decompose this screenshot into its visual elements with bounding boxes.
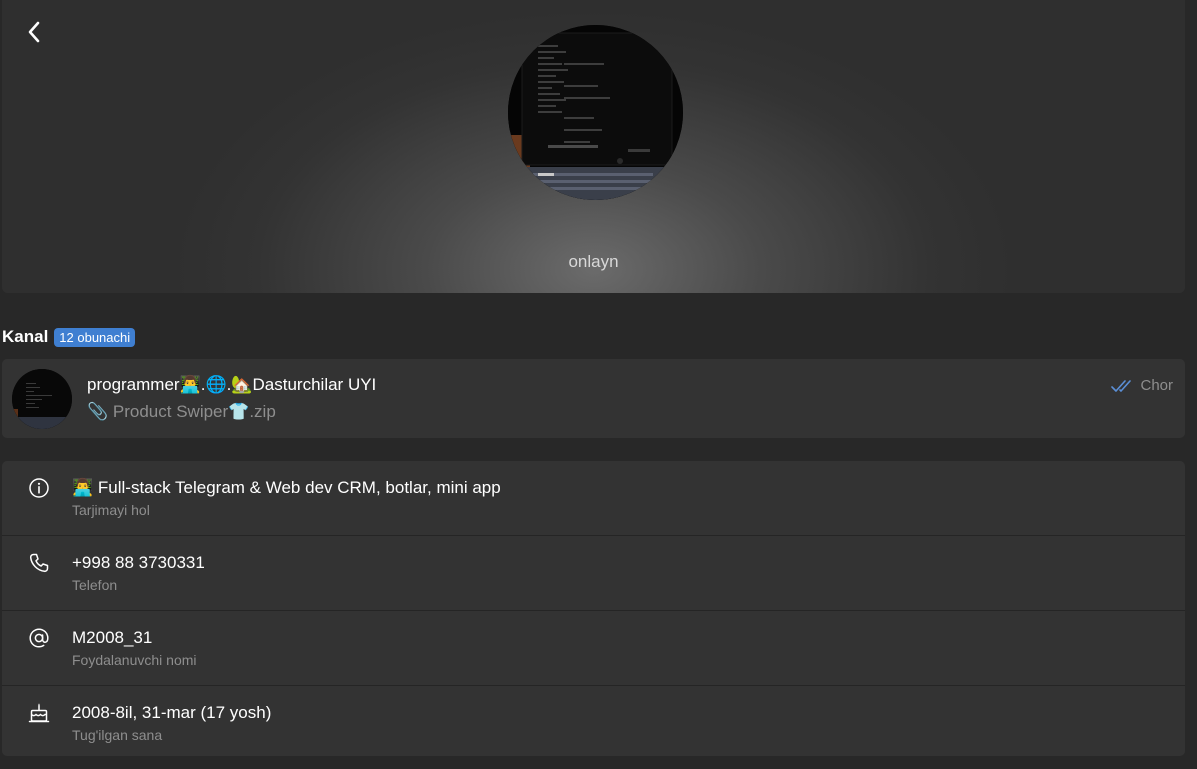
phone-value: +998 88 3730331 <box>72 553 205 572</box>
username-value: M2008_31 <box>72 628 153 647</box>
birthday-value: 2008-8il, 31-mar (17 yosh) <box>72 703 272 722</box>
at-sign-icon <box>29 628 49 648</box>
channel-name: programmer👨‍💻.🌐.🏡Dasturchilar UYI <box>87 375 377 394</box>
cake-icon <box>28 703 50 723</box>
avatar-photo <box>508 25 683 200</box>
bio-value: 👨‍💻 Full-stack Telegram & Web dev CRM, b… <box>72 478 501 497</box>
online-status: onlayn <box>568 252 619 271</box>
channel-message-meta: Chor <box>1111 377 1173 394</box>
profile-info-list: 👨‍💻 Full-stack Telegram & Web dev CRM, b… <box>2 461 1185 756</box>
channel-avatar <box>12 369 72 429</box>
back-button[interactable] <box>20 18 48 46</box>
double-check-icon <box>1111 379 1132 392</box>
chevron-left-icon <box>28 21 40 43</box>
subscribers-badge: 12 obunachi <box>54 327 136 347</box>
info-row-phone[interactable]: +998 88 3730331 Telefon <box>2 536 1185 611</box>
phone-label: Telefon <box>72 577 118 593</box>
info-row-username[interactable]: M2008_31 Foydalanuvchi nomi <box>2 611 1185 686</box>
info-row-birthday[interactable]: 2008-8il, 31-mar (17 yosh) Tug'ilgan san… <box>2 686 1185 756</box>
info-icon <box>29 478 49 498</box>
phone-icon <box>29 553 49 573</box>
birthday-label: Tug'ilgan sana <box>72 727 163 743</box>
channel-avatar-photo <box>12 369 72 429</box>
bio-label: Tarjimayi hol <box>72 502 150 518</box>
channel-section-header: Kanal 12 obunachi <box>2 327 136 347</box>
profile-avatar[interactable] <box>508 25 683 200</box>
channel-last-message: 📎 Product Swiper👕.zip <box>87 402 276 421</box>
username-label: Foydalanuvchi nomi <box>72 652 197 668</box>
channel-section-title: Kanal <box>2 327 49 346</box>
info-row-bio[interactable]: 👨‍💻 Full-stack Telegram & Web dev CRM, b… <box>2 461 1185 536</box>
channel-card[interactable]: programmer👨‍💻.🌐.🏡Dasturchilar UYI 📎 Prod… <box>2 359 1185 438</box>
channel-message-time: Chor <box>1140 377 1173 394</box>
profile-header: onlayn <box>2 0 1185 293</box>
